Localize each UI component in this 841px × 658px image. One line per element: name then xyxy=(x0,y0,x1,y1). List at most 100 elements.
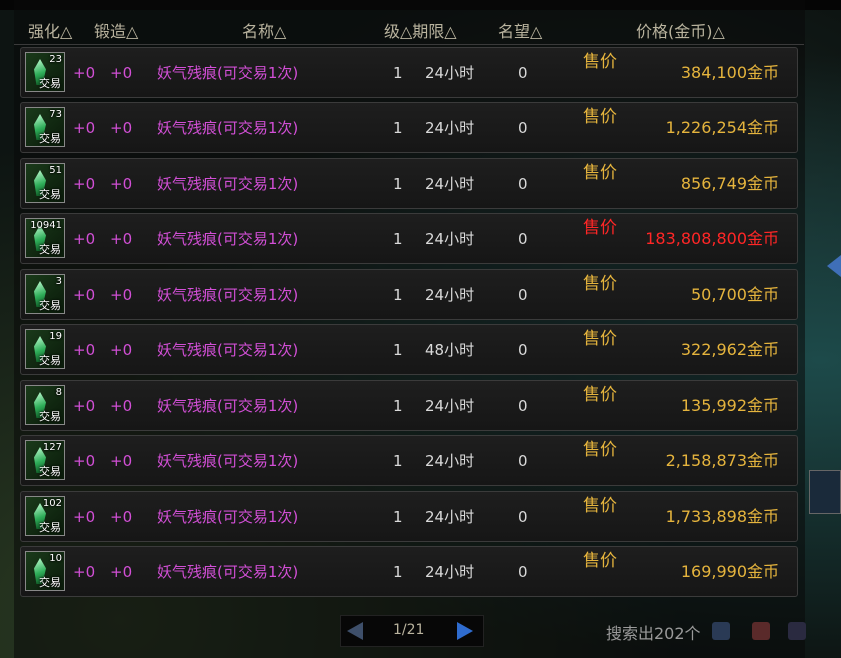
next-page-icon[interactable] xyxy=(457,622,473,640)
item-quantity: 102 xyxy=(42,498,62,509)
item-price: 183,808,800金币 xyxy=(645,229,779,248)
search-result-count: 搜索出202个 xyxy=(606,624,701,643)
side-panel-button[interactable] xyxy=(809,470,841,514)
item-quantity: 23 xyxy=(49,54,62,65)
item-name[interactable]: 妖气残痕(可交易1次) xyxy=(157,563,298,581)
item-duration: 24小时 xyxy=(425,397,475,415)
sort-forge[interactable]: 锻造△ xyxy=(94,22,138,42)
item-level: 1 xyxy=(393,508,403,526)
tradable-label: 交易 xyxy=(39,521,61,534)
listing-row[interactable]: 10 交易 +0 +0 妖气残痕(可交易1次) 1 24小时 0 售价 169,990金币 xyxy=(20,546,798,597)
tradable-label: 交易 xyxy=(39,243,61,256)
enhance-value: +0 xyxy=(73,508,96,526)
forge-value: +0 xyxy=(110,64,133,82)
item-level: 1 xyxy=(393,119,403,137)
item-reputation: 0 xyxy=(518,452,528,470)
listing-row[interactable]: 23 交易 +0 +0 妖气残痕(可交易1次) 1 24小时 0 售价 384,100金币 xyxy=(20,47,798,98)
item-duration: 24小时 xyxy=(425,175,475,193)
item-reputation: 0 xyxy=(518,341,528,359)
sort-reputation[interactable]: 名望△ xyxy=(498,22,542,42)
forge-value: +0 xyxy=(110,341,133,359)
forge-value: +0 xyxy=(110,397,133,415)
tradable-label: 交易 xyxy=(39,465,61,478)
tradable-label: 交易 xyxy=(39,299,61,312)
tradable-label: 交易 xyxy=(39,410,61,423)
item-reputation: 0 xyxy=(518,508,528,526)
side-expand-arrow-icon[interactable] xyxy=(827,255,841,277)
item-name[interactable]: 妖气残痕(可交易1次) xyxy=(157,175,298,193)
listing-row[interactable]: 73 交易 +0 +0 妖气残痕(可交易1次) 1 24小时 0 售价 1,226,254金币 xyxy=(20,102,798,153)
item-price: 2,158,873金币 xyxy=(665,451,779,470)
crystal-shard-icon[interactable]: 51 交易 xyxy=(25,163,65,203)
tradable-label: 交易 xyxy=(39,188,61,201)
item-quantity: 10 xyxy=(49,553,62,564)
sell-label: 售价 xyxy=(583,385,617,405)
item-name[interactable]: 妖气残痕(可交易1次) xyxy=(157,230,298,248)
item-price: 169,990金币 xyxy=(680,562,779,581)
item-price: 135,992金币 xyxy=(680,396,779,415)
sort-price[interactable]: 价格(金币)△ xyxy=(636,22,725,42)
item-name[interactable]: 妖气残痕(可交易1次) xyxy=(157,64,298,82)
prev-page-icon[interactable] xyxy=(347,622,363,640)
page-indicator: 1/21 xyxy=(393,622,425,638)
crystal-shard-icon[interactable]: 10941 交易 xyxy=(25,218,65,258)
pagination: 1/21 xyxy=(340,615,484,647)
listing-row[interactable]: 51 交易 +0 +0 妖气残痕(可交易1次) 1 24小时 0 售价 856,749金币 xyxy=(20,158,798,209)
item-level: 1 xyxy=(393,452,403,470)
sell-label: 售价 xyxy=(583,274,617,294)
crystal-shard-icon[interactable]: 23 交易 xyxy=(25,52,65,92)
crystal-shard-icon[interactable]: 10 交易 xyxy=(25,551,65,591)
item-name[interactable]: 妖气残痕(可交易1次) xyxy=(157,508,298,526)
listing-row[interactable]: 127 交易 +0 +0 妖气残痕(可交易1次) 1 24小时 0 售价 2,158,873金币 xyxy=(20,435,798,486)
forge-value: +0 xyxy=(110,175,133,193)
sort-level-duration[interactable]: 级△期限△ xyxy=(384,22,457,42)
listing-row[interactable]: 3 交易 +0 +0 妖气残痕(可交易1次) 1 24小时 0 售价 50,700金币 xyxy=(20,269,798,320)
item-quantity: 73 xyxy=(49,109,62,120)
item-level: 1 xyxy=(393,397,403,415)
item-name[interactable]: 妖气残痕(可交易1次) xyxy=(157,397,298,415)
listing-row[interactable]: 8 交易 +0 +0 妖气残痕(可交易1次) 1 24小时 0 售价 135,992金币 xyxy=(20,380,798,431)
crystal-shard-icon[interactable]: 73 交易 xyxy=(25,107,65,147)
item-name[interactable]: 妖气残痕(可交易1次) xyxy=(157,452,298,470)
listing-row[interactable]: 10941 交易 +0 +0 妖气残痕(可交易1次) 1 24小时 0 售价 183,808,80… xyxy=(20,213,798,264)
listing-row[interactable]: 19 交易 +0 +0 妖气残痕(可交易1次) 1 48小时 0 售价 322,962金币 xyxy=(20,324,798,375)
settings-icon[interactable] xyxy=(788,622,806,640)
tool-icon[interactable] xyxy=(752,622,770,640)
item-quantity: 19 xyxy=(49,331,62,342)
item-duration: 24小时 xyxy=(425,286,475,304)
item-level: 1 xyxy=(393,64,403,82)
item-quantity: 8 xyxy=(55,387,62,398)
crystal-shard-icon[interactable]: 3 交易 xyxy=(25,274,65,314)
item-reputation: 0 xyxy=(518,397,528,415)
item-name[interactable]: 妖气残痕(可交易1次) xyxy=(157,286,298,304)
listing-row[interactable]: 102 交易 +0 +0 妖气残痕(可交易1次) 1 24小时 0 售价 1,733,898金币 xyxy=(20,491,798,542)
item-level: 1 xyxy=(393,286,403,304)
sell-label: 售价 xyxy=(583,551,617,571)
forge-value: +0 xyxy=(110,230,133,248)
tradable-label: 交易 xyxy=(39,77,61,90)
item-name[interactable]: 妖气残痕(可交易1次) xyxy=(157,341,298,359)
item-reputation: 0 xyxy=(518,64,528,82)
sort-name[interactable]: 名称△ xyxy=(242,22,286,42)
item-reputation: 0 xyxy=(518,563,528,581)
item-quantity: 3 xyxy=(55,276,62,287)
crystal-shard-icon[interactable]: 8 交易 xyxy=(25,385,65,425)
crystal-shard-icon[interactable]: 19 交易 xyxy=(25,329,65,369)
item-duration: 24小时 xyxy=(425,508,475,526)
enhance-value: +0 xyxy=(73,175,96,193)
sell-label: 售价 xyxy=(583,163,617,183)
item-name[interactable]: 妖气残痕(可交易1次) xyxy=(157,119,298,137)
tradable-label: 交易 xyxy=(39,132,61,145)
tradable-label: 交易 xyxy=(39,354,61,367)
enhance-value: +0 xyxy=(73,286,96,304)
item-reputation: 0 xyxy=(518,119,528,137)
crystal-shard-icon[interactable]: 127 交易 xyxy=(25,440,65,480)
enhance-value: +0 xyxy=(73,341,96,359)
sell-label: 售价 xyxy=(583,440,617,460)
enhance-value: +0 xyxy=(73,119,96,137)
sort-enhance[interactable]: 强化△ xyxy=(28,22,72,42)
list-view-icon[interactable] xyxy=(712,622,730,640)
item-duration: 24小时 xyxy=(425,563,475,581)
crystal-shard-icon[interactable]: 102 交易 xyxy=(25,496,65,536)
sell-label: 售价 xyxy=(583,329,617,349)
